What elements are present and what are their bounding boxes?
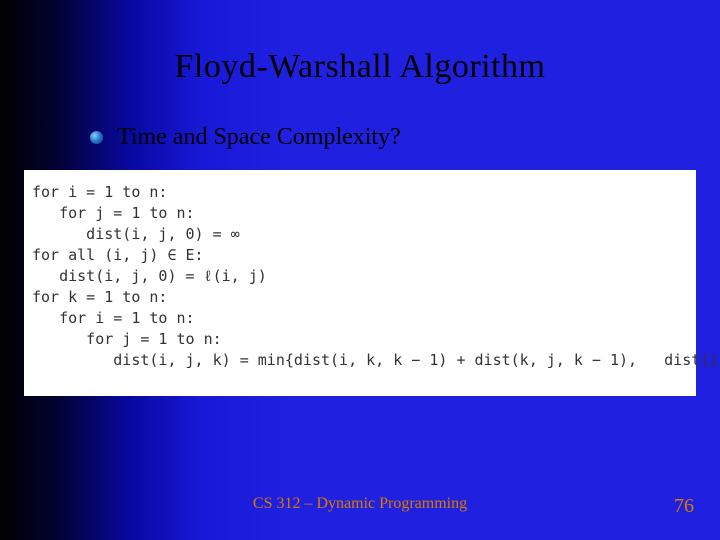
code-line: for k = 1 to n:: [32, 288, 167, 306]
bullet-item: Time and Space Complexity?: [90, 124, 680, 151]
page-number: 76: [674, 495, 694, 518]
slide-title: Floyd-Warshall Algorithm: [0, 48, 720, 86]
code-line: for i = 1 to n:: [32, 183, 167, 201]
bullet-icon: [90, 131, 103, 144]
slide-footer: CS 312 – Dynamic Programming 76: [0, 495, 720, 518]
footer-text: CS 312 – Dynamic Programming: [0, 495, 720, 513]
code-line: dist(i, j, 0) = ℓ(i, j): [32, 267, 267, 285]
code-line: for j = 1 to n:: [32, 204, 195, 222]
algorithm-code: for i = 1 to n: for j = 1 to n: dist(i, …: [24, 170, 696, 396]
code-line: for all (i, j) ∈ E:: [32, 246, 204, 264]
code-line: for j = 1 to n:: [32, 330, 222, 348]
code-line: dist(i, j, k) = min{dist(i, k, k − 1) + …: [32, 351, 720, 369]
code-line: for i = 1 to n:: [32, 309, 195, 327]
bullet-text: Time and Space Complexity?: [117, 124, 401, 151]
slide: Floyd-Warshall Algorithm Time and Space …: [0, 0, 720, 540]
code-line: dist(i, j, 0) = ∞: [32, 225, 240, 243]
